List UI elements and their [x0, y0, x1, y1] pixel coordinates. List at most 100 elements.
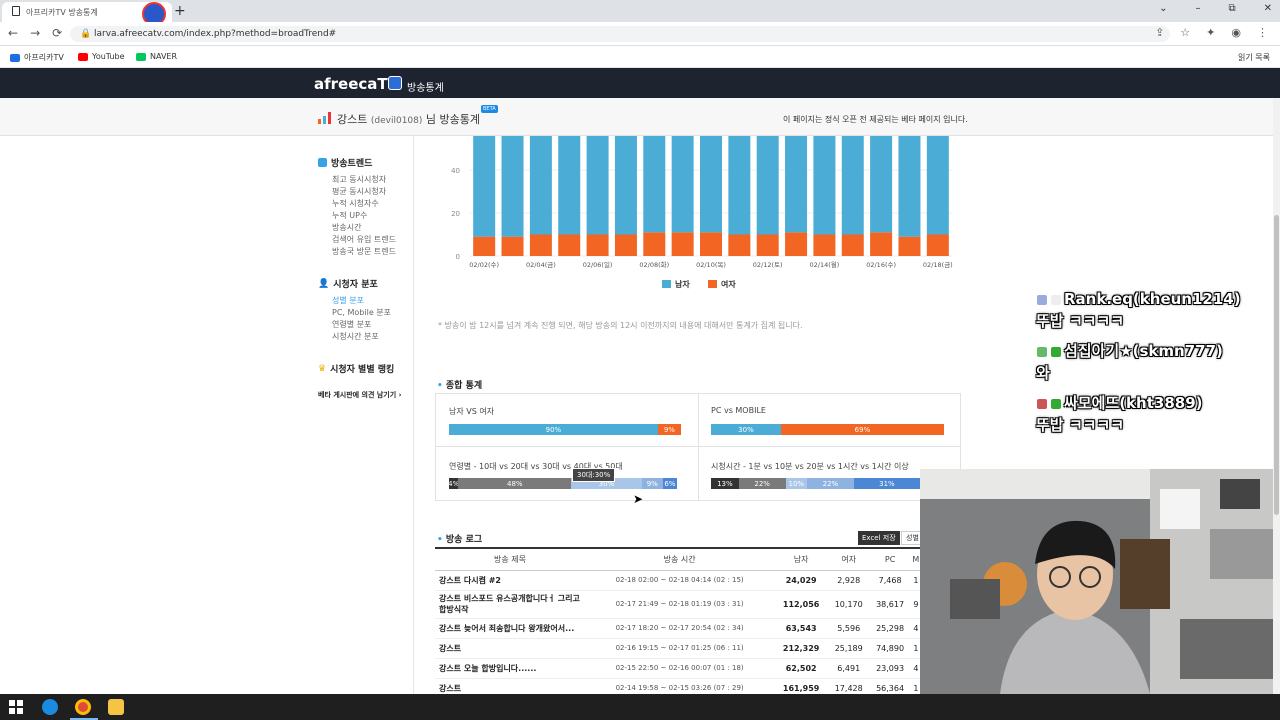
sidebar-item[interactable]: 누적 시청자수 [332, 198, 379, 209]
bar-female[interactable] [614, 234, 637, 257]
menu-icon[interactable]: ⋮ [1257, 26, 1268, 39]
bar-female[interactable] [926, 234, 949, 257]
sidebar-item[interactable]: 누적 UP수 [332, 210, 367, 221]
bookmark-star-icon[interactable]: ☆ [1180, 26, 1190, 39]
scrollbar-thumb[interactable] [1274, 215, 1279, 515]
forward-button[interactable]: → [30, 26, 40, 40]
bar-female[interactable] [785, 232, 808, 256]
device-bar[interactable]: 30% 69% [711, 424, 944, 435]
bar-female[interactable] [870, 232, 893, 256]
sidebar-item[interactable]: 평균 동시시청자 [332, 186, 386, 197]
close-button[interactable]: ✕ [1264, 3, 1272, 14]
profile-avatar[interactable]: ◉ [1231, 26, 1241, 39]
bar-male[interactable] [898, 136, 921, 237]
bar-segment[interactable]: 22% [738, 478, 786, 489]
bar-female[interactable] [529, 234, 552, 257]
tab-search-button[interactable]: ⌄ [1159, 3, 1167, 14]
reading-list-button[interactable]: 읽기 목록 [1238, 52, 1270, 63]
afreeca-logo[interactable]: afreecaTV [314, 75, 399, 93]
extensions-icon[interactable]: ✦ [1206, 26, 1215, 39]
sidebar-item[interactable]: 시청시간 분포 [332, 331, 379, 342]
bar-male[interactable] [671, 136, 694, 233]
column-header[interactable]: 남자 [774, 547, 829, 571]
bar-segment[interactable]: 90% [449, 424, 658, 435]
table-row[interactable]: 강스트 늦어서 죄송합니다 왕개왔어서... 02-17 18:20 ~ 02-1… [435, 618, 921, 639]
windows-start-icon[interactable] [8, 699, 24, 715]
bar-segment[interactable]: 69% [780, 424, 944, 435]
bar-segment[interactable]: 22% [806, 478, 854, 489]
bar-segment[interactable]: 31% [853, 478, 920, 489]
feedback-link[interactable]: 베타 게시판에 의견 남기기 › [318, 390, 401, 400]
bar-segment[interactable]: 48% [458, 478, 572, 489]
table-row[interactable]: 강스트 02-16 19:15 ~ 02-17 01:25 (06 : 11) 21… [435, 638, 921, 659]
new-tab-button[interactable]: + [174, 3, 186, 19]
gender-bar[interactable]: 90% 9% [449, 424, 681, 435]
bar-female[interactable] [700, 232, 722, 256]
sidebar-header-ranking[interactable]: ♛ 시청자 별별 랭킹 [318, 362, 394, 376]
bar-segment[interactable]: 9% [641, 478, 663, 489]
edge-icon[interactable] [42, 699, 58, 715]
bar-male[interactable] [501, 136, 524, 237]
bar-male[interactable] [870, 136, 893, 233]
table-row[interactable]: 강스트 오늘 합방입니다...... 02-15 22:50 ~ 02-16 00… [435, 658, 921, 679]
bar-male[interactable] [614, 136, 637, 235]
bar-female[interactable] [671, 232, 694, 256]
sidebar-header-trend[interactable]: 방송트렌드 [318, 156, 372, 169]
file-explorer-icon[interactable] [108, 699, 124, 715]
share-icon[interactable]: ⇪ [1155, 26, 1164, 39]
gender-filter-select[interactable]: 성별 [901, 531, 921, 545]
bar-male[interactable] [785, 136, 808, 233]
bar-female[interactable] [813, 234, 836, 257]
sidebar-item[interactable]: 성별 분포 [332, 295, 364, 306]
excel-export-button[interactable]: Excel 저장 [858, 531, 900, 545]
sidebar-item[interactable]: PC, Mobile 분포 [332, 307, 391, 318]
bar-male[interactable] [728, 136, 751, 235]
sidebar-header-viewers[interactable]: 👤 시청자 분포 [318, 277, 378, 291]
bar-female[interactable] [756, 234, 779, 257]
bar-female[interactable] [501, 236, 524, 256]
bookmark-afreecatv[interactable]: 아프리카TV [10, 52, 64, 63]
reload-button[interactable]: ⟳ [52, 26, 62, 40]
column-header[interactable]: 방송 시간 [585, 547, 775, 571]
sidebar-item[interactable]: 연령별 분포 [332, 319, 371, 330]
bar-segment[interactable]: 13% [711, 478, 739, 489]
column-header[interactable]: 방송 제목 [435, 547, 585, 571]
chrome-icon[interactable] [75, 699, 91, 715]
lock-icon[interactable]: 🔒 [80, 29, 91, 39]
url-input[interactable]: larva.afreecatv.com/index.php?method=bro… [70, 26, 1170, 42]
bar-female[interactable] [558, 234, 581, 257]
bar-segment[interactable]: 6% [662, 478, 677, 489]
restore-button[interactable]: ⧉ [1228, 3, 1235, 14]
sidebar-item[interactable]: 방송시간 [332, 222, 361, 233]
bookmark-youtube[interactable]: YouTube [78, 52, 125, 61]
bar-female[interactable] [841, 234, 864, 257]
back-button[interactable]: ← [8, 26, 18, 40]
bar-female[interactable] [643, 232, 666, 256]
bar-segment[interactable]: 10% [785, 478, 807, 489]
bar-male[interactable] [558, 136, 581, 235]
bar-male[interactable] [529, 136, 552, 235]
bar-segment[interactable]: 4% [449, 478, 459, 489]
column-header[interactable]: 여자 [828, 547, 870, 571]
sidebar-item[interactable]: 검색어 유입 트렌드 [332, 234, 396, 245]
bar-segment[interactable]: 30% [711, 424, 781, 435]
bookmark-naver[interactable]: NAVER [136, 52, 177, 61]
bar-male[interactable] [926, 136, 949, 235]
age-bar[interactable]: 4%48%30%9%6% [449, 478, 677, 489]
bar-female[interactable] [898, 236, 921, 256]
bar-segment[interactable]: 9% [657, 424, 681, 435]
sidebar-item[interactable]: 방송국 방문 트렌드 [332, 246, 396, 257]
bar-male[interactable] [643, 136, 666, 233]
watch-time-bar[interactable]: 13% 22% 10% 22% 31% [711, 478, 920, 489]
table-row[interactable]: 강스트 다시켬 #2 02-18 02:00 ~ 02-18 04:14 (02 … [435, 570, 921, 591]
bar-female[interactable] [728, 234, 751, 257]
bar-female[interactable] [586, 234, 609, 257]
column-header[interactable]: PC [869, 547, 911, 571]
sidebar-item[interactable]: 최고 동시시청자 [332, 174, 386, 185]
table-row[interactable]: 강스트 비스포드 유스공개합니다ㅓ 그리고 합방식작 02-17 21:49 ~ … [435, 590, 921, 619]
bar-male[interactable] [813, 136, 836, 235]
bar-male[interactable] [473, 136, 496, 237]
bar-male[interactable] [756, 136, 779, 235]
bar-male[interactable] [586, 136, 609, 235]
bar-male[interactable] [700, 136, 722, 233]
